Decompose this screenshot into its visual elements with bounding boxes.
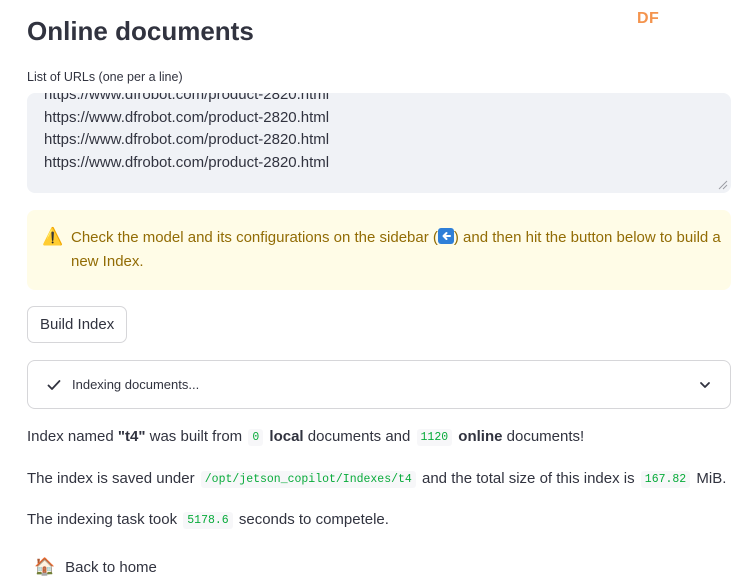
index-summary-line: Index named "t4" was built from 0 local … (27, 428, 585, 446)
warning-message: Check the model and its configurations o… (71, 226, 721, 274)
page-title: Online documents (27, 16, 254, 46)
url-line: https://www.dfrobot.com/product-2820.htm… (44, 153, 330, 171)
index-path-line: The index is saved under /opt/jetson_cop… (27, 470, 727, 488)
index-path: /opt/jetson_copilot/Indexes/t4 (200, 471, 416, 488)
local-word: local (269, 428, 304, 445)
summary-text: documents and (303, 428, 415, 445)
online-word: online (458, 428, 503, 445)
urls-field-label: List of URLs (one per a line) (27, 70, 183, 84)
indexing-time-line: The indexing task took 5178.6 seconds to… (27, 511, 389, 529)
time-text: seconds to competele. (234, 511, 389, 528)
chevron-down-icon[interactable] (698, 378, 712, 392)
resize-grip-icon[interactable] (718, 180, 728, 190)
brand-logo: DF (637, 10, 660, 27)
house-icon: 🏠 (34, 557, 56, 576)
back-to-home-link[interactable]: 🏠 Back to home (34, 557, 157, 577)
indexing-status-expander[interactable]: Indexing documents... (27, 360, 731, 409)
url-line: https://www.dfrobot.com/product-2820.htm… (44, 131, 330, 148)
check-icon (47, 380, 61, 390)
sidebar-arrow-icon (437, 228, 454, 244)
time-text: The indexing task took (27, 511, 182, 528)
urls-textarea-content: https://www.dfrobot.com/product-2820.htm… (44, 93, 329, 174)
local-count: 0 (248, 429, 264, 446)
size-unit: MiB. (692, 470, 727, 487)
online-count: 1120 (416, 429, 453, 446)
warning-text-before: Check the model and its configurations o… (71, 229, 438, 246)
summary-text: documents! (502, 428, 585, 445)
url-line: https://www.dfrobot.com/product-2820.htm… (44, 93, 330, 103)
indexing-seconds: 5178.6 (183, 512, 233, 529)
home-link-label: Back to home (65, 558, 157, 576)
url-line: https://www.dfrobot.com/product-2820.htm… (44, 108, 330, 126)
index-name: "t4" (117, 428, 146, 445)
warning-icon: ⚠️ (42, 227, 64, 246)
status-label: Indexing documents... (72, 377, 200, 392)
path-text: The index is saved under (27, 470, 199, 487)
index-size: 167.82 (640, 471, 691, 488)
summary-text: Index named (27, 428, 118, 445)
path-text: and the total size of this index is (417, 470, 639, 487)
summary-text: was built from (145, 428, 247, 445)
urls-textarea[interactable]: https://www.dfrobot.com/product-2820.htm… (27, 93, 731, 193)
build-index-button[interactable]: Build Index (27, 306, 128, 343)
warning-alert: ⚠️ Check the model and its configuration… (27, 210, 731, 290)
